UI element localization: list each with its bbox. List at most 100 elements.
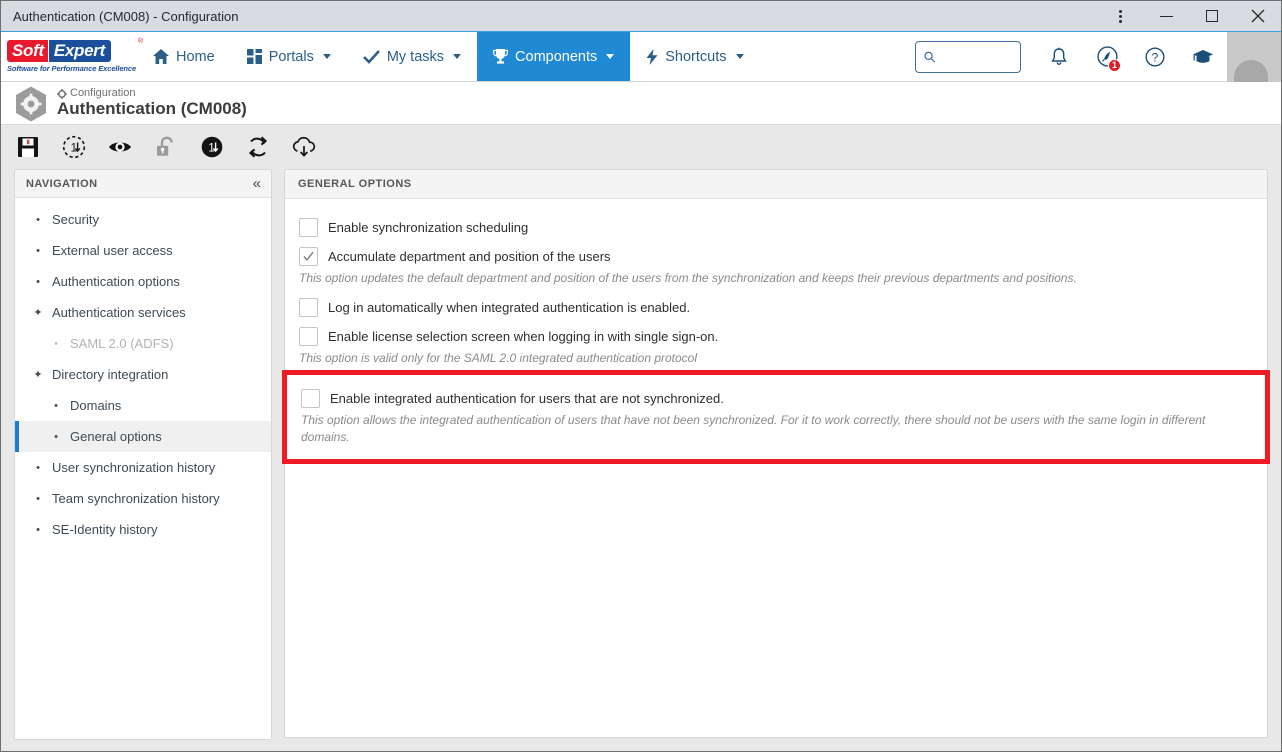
sidebar-item-authentication-services[interactable]: ✦ Authentication services	[15, 297, 271, 328]
checkmark-icon	[303, 251, 314, 261]
cloud-download-icon[interactable]	[291, 134, 317, 160]
unlock-icon[interactable]	[153, 134, 179, 160]
sync-refresh-icon[interactable]	[245, 134, 271, 160]
sidebar-item-team-synchronization-history[interactable]: • Team synchronization history	[15, 483, 271, 514]
option-label: Enable license selection screen when log…	[328, 329, 719, 345]
checkbox-accumulate-department-and-position[interactable]	[299, 247, 318, 266]
maximize-icon	[1206, 10, 1218, 22]
bullet-icon: •	[54, 430, 58, 443]
sidebar-item-se-identity-history[interactable]: • SE-Identity history	[15, 514, 271, 545]
sidebar-item-label: SAML 2.0 (ADFS)	[70, 336, 174, 351]
search-box[interactable]	[915, 40, 1021, 73]
nav-item-shortcuts[interactable]: Shortcuts	[630, 32, 759, 81]
window-menu-button[interactable]	[1097, 1, 1143, 31]
nav-item-home[interactable]: Home	[137, 32, 231, 81]
checkbox-enable-integrated-authentication-unsynced[interactable]	[301, 389, 320, 408]
logo-soft-text: Soft	[7, 40, 48, 62]
bullet-icon: •	[36, 244, 40, 257]
option-log-in-automatically[interactable]: Log in automatically when integrated aut…	[299, 297, 1253, 318]
activity-badge: 1	[1108, 58, 1121, 72]
option-label: Accumulate department and position of th…	[328, 249, 611, 264]
nav-label-components: Components	[515, 48, 598, 65]
sidebar-item-external-user-access[interactable]: • External user access	[15, 235, 271, 266]
sidebar-item-directory-integration[interactable]: ✦ Directory integration	[15, 359, 271, 390]
avatar-body	[1233, 59, 1268, 82]
sidebar-item-label: User synchronization history	[52, 460, 216, 475]
bullet-icon: •	[36, 213, 40, 226]
option-enable-license-selection-screen[interactable]: Enable license selection screen when log…	[299, 326, 1253, 347]
nav-item-my-tasks[interactable]: My tasks	[347, 32, 477, 81]
sidebar-item-label: Team synchronization history	[52, 491, 220, 506]
sidebar-item-domains[interactable]: • Domains	[15, 390, 271, 421]
logo-expert-text: Expert	[48, 40, 111, 62]
nav-item-components[interactable]: Components	[477, 32, 631, 81]
main-nav: Home Portals My tasks Components Shortcu…	[137, 32, 760, 81]
option-group: Enable license selection screen when log…	[299, 326, 1253, 367]
checkbox-enable-synchronization-scheduling[interactable]	[299, 218, 318, 237]
nav-label-portals: Portals	[268, 48, 314, 65]
sidebar-item-label: Domains	[70, 398, 122, 413]
collapse-panel-button[interactable]: «	[251, 174, 263, 193]
content-area: NAVIGATION « • Security • External user …	[1, 169, 1281, 751]
chevron-down-icon	[606, 54, 615, 59]
navigation-list: • Security • External user access • Auth…	[15, 198, 271, 545]
academy-button[interactable]	[1179, 32, 1227, 82]
sidebar-item-user-synchronization-history[interactable]: • User synchronization history	[15, 452, 271, 483]
nav-label-shortcuts: Shortcuts	[665, 48, 727, 65]
save-icon[interactable]	[15, 134, 41, 160]
option-label: Enable synchronization scheduling	[328, 220, 529, 235]
option-hint: This option allows the integrated authen…	[301, 413, 1206, 445]
general-options-panel: GENERAL OPTIONS Enable synchronization s…	[282, 169, 1270, 738]
checkbox-enable-license-selection-screen[interactable]	[299, 327, 318, 347]
option-hint: This option is valid only for the SAML 2…	[299, 351, 698, 366]
sidebar-item-saml-adfs[interactable]: • SAML 2.0 (ADFS)	[15, 328, 271, 359]
search-input[interactable]	[940, 49, 1012, 64]
application-window: Authentication (CM008) - Configuration S…	[0, 0, 1282, 752]
activity-button[interactable]: 1	[1083, 32, 1131, 82]
home-icon	[153, 49, 169, 64]
window-controls	[1097, 1, 1281, 31]
sidebar-item-label: Authentication services	[52, 305, 186, 320]
logo-tagline: Software for Performance Excellence	[7, 64, 137, 73]
option-accumulate-department-and-position[interactable]: Accumulate department and position of th…	[299, 246, 1253, 266]
option-group: Accumulate department and position of th…	[299, 246, 1253, 287]
gear-icon	[57, 88, 67, 99]
version-filled-icon[interactable]: 1	[199, 134, 225, 160]
academy-cap-icon	[1193, 49, 1213, 63]
option-enable-synchronization-scheduling[interactable]: Enable synchronization scheduling	[299, 217, 1253, 237]
chevron-down-icon	[453, 54, 462, 59]
sidebar-item-label: General options	[70, 429, 162, 444]
trophy-icon	[493, 48, 509, 65]
maximize-button[interactable]	[1189, 1, 1235, 31]
avatar[interactable]	[1227, 31, 1281, 82]
options-list: Enable synchronization scheduling Accumu…	[282, 199, 1270, 464]
bullet-icon: •	[54, 399, 58, 412]
sidebar-item-security[interactable]: • Security	[15, 204, 271, 235]
logo-blocks: Soft Expert ®	[7, 38, 143, 62]
close-button[interactable]	[1235, 1, 1281, 31]
view-eye-icon[interactable]	[107, 134, 133, 160]
sidebar-item-general-options[interactable]: • General options	[15, 421, 271, 452]
checkbox-log-in-automatically[interactable]	[299, 298, 318, 318]
softexpert-logo[interactable]: Soft Expert ® Software for Performance E…	[1, 32, 143, 81]
search-icon	[924, 51, 936, 63]
option-hint: This option updates the default departme…	[299, 271, 1077, 285]
page-title-text: Configuration Authentication (CM008)	[57, 87, 247, 118]
notifications-button[interactable]	[1035, 32, 1083, 82]
option-enable-integrated-authentication-unsynced[interactable]: Enable integrated authentication for use…	[301, 388, 1253, 408]
sidebar-item-authentication-options[interactable]: • Authentication options	[15, 266, 271, 297]
bullet-icon: •	[36, 461, 40, 474]
sidebar-item-label: SE-Identity history	[52, 522, 158, 537]
minimize-button[interactable]	[1143, 1, 1189, 31]
revision-dashed-icon[interactable]: 1	[61, 134, 87, 160]
expanded-node-icon: ✦	[33, 307, 43, 319]
close-icon	[1251, 9, 1265, 23]
help-button[interactable]: ?	[1131, 32, 1179, 82]
nav-item-portals[interactable]: Portals	[231, 32, 347, 81]
minimize-icon	[1159, 15, 1173, 17]
help-icon: ?	[1145, 46, 1165, 67]
bell-icon	[1051, 47, 1067, 65]
option-label: Enable integrated authentication for use…	[330, 391, 724, 406]
option-group: Enable synchronization scheduling	[299, 217, 1253, 237]
nav-label-my-tasks: My tasks	[386, 48, 445, 65]
